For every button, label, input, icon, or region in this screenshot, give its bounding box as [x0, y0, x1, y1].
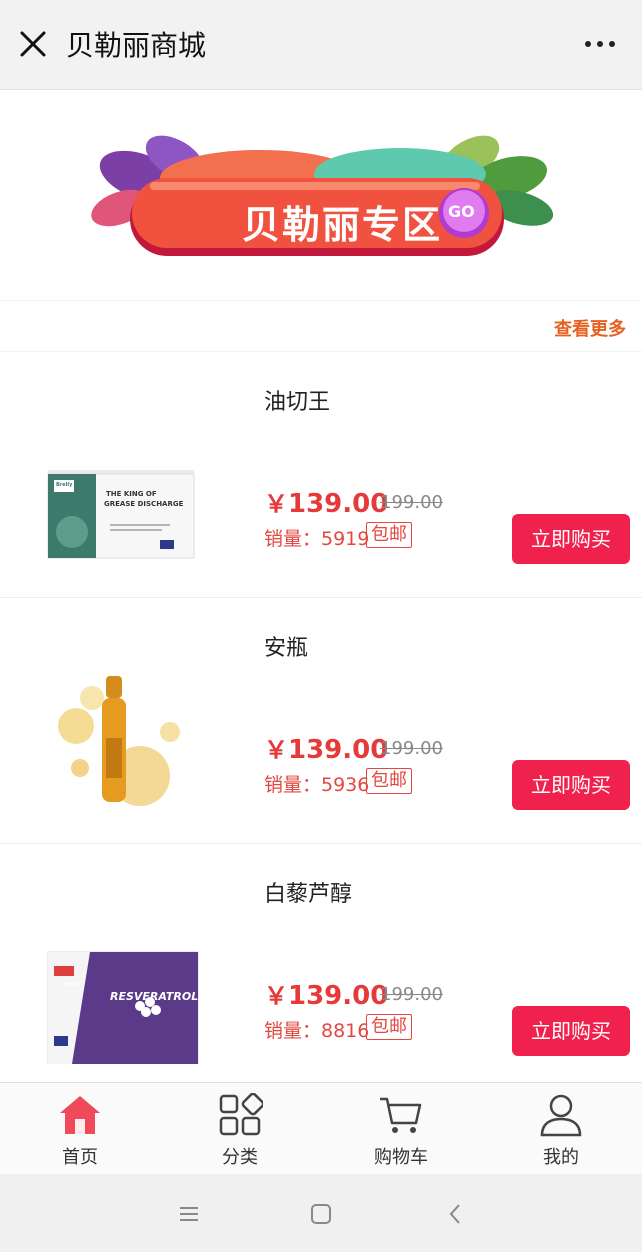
product-image-caption-1: THE KING OF — [106, 490, 157, 498]
tab-label: 购物车 — [374, 1147, 428, 1168]
buy-now-button[interactable]: 立即购买 — [512, 760, 630, 810]
tab-label: 分类 — [222, 1147, 258, 1168]
original-price: 199.00 — [380, 984, 443, 1005]
product-image-brand: Brelly — [56, 482, 73, 488]
tab-label: 我的 — [543, 1147, 579, 1168]
product-image — [47, 470, 195, 559]
promo-banner[interactable]: 贝勒丽专区 GO — [0, 96, 642, 300]
product-name[interactable]: 安瓶 — [264, 630, 308, 662]
price-value: 139.00 — [288, 735, 389, 765]
title-bar: 贝勒丽商城 — [0, 0, 642, 90]
buy-now-button[interactable]: 立即购买 — [512, 1006, 630, 1056]
user-icon — [540, 1094, 582, 1137]
section-header: 查看更多 — [0, 300, 642, 352]
close-icon[interactable] — [16, 27, 50, 61]
menu-icon[interactable] — [175, 1200, 203, 1228]
buy-now-button[interactable]: 立即购买 — [512, 514, 630, 564]
product-price: ￥139.00 — [264, 730, 388, 765]
category-icon — [219, 1093, 263, 1136]
free-shipping-badge: 包邮 — [366, 522, 412, 548]
original-price: 199.00 — [380, 738, 443, 759]
free-shipping-badge: 包邮 — [366, 768, 412, 794]
tab-profile[interactable]: 我的 — [481, 1093, 641, 1173]
original-price: 199.00 — [380, 492, 443, 513]
page-title: 贝勒丽商城 — [66, 29, 207, 62]
currency-symbol: ￥ — [264, 982, 288, 1010]
product-name[interactable]: 白藜芦醇 — [264, 876, 352, 908]
sales-count: 销量：8816 — [264, 1020, 370, 1042]
home-icon — [60, 1096, 100, 1134]
sales-count: 销量：5936 — [264, 774, 370, 796]
product-price: ￥139.00 — [264, 976, 388, 1011]
sales-count: 销量：5919 — [264, 528, 370, 550]
product-card[interactable]: Brelly THE KING OF GREASE DISCHARGE 油切王 … — [0, 352, 642, 598]
home-square-icon[interactable] — [307, 1200, 335, 1228]
product-image — [58, 676, 180, 806]
product-image-caption-2: GREASE DISCHARGE — [104, 500, 184, 508]
tab-home[interactable]: 首页 — [0, 1093, 160, 1173]
banner-go-label[interactable]: GO — [448, 202, 475, 221]
more-options-icon[interactable] — [584, 38, 616, 50]
currency-symbol: ￥ — [264, 490, 288, 518]
product-image — [47, 951, 199, 1064]
product-card[interactable]: 安瓶 ￥139.00 199.00 销量：5936 包邮 立即购买 — [0, 598, 642, 844]
price-value: 139.00 — [288, 489, 389, 519]
bottom-tab-bar: 首页 分类 购物车 我的 — [0, 1082, 642, 1174]
product-price: ￥139.00 — [264, 484, 388, 519]
free-shipping-badge: 包邮 — [366, 1014, 412, 1040]
product-name[interactable]: 油切王 — [264, 384, 330, 416]
product-image-brand: Brelly — [63, 982, 80, 988]
product-card[interactable]: Brelly RESVERATROL 白藜芦醇 ￥139.00 199.00 销… — [0, 844, 642, 1090]
view-more-link[interactable]: 查看更多 — [554, 315, 626, 341]
price-value: 139.00 — [288, 981, 389, 1011]
banner-title: 贝勒丽专区 — [242, 203, 443, 247]
system-navigation-bar — [0, 1174, 642, 1252]
cart-icon — [380, 1097, 422, 1133]
currency-symbol: ￥ — [264, 736, 288, 764]
back-icon[interactable] — [442, 1200, 470, 1228]
product-image-caption-1: RESVERATROL — [110, 990, 199, 1003]
tab-category[interactable]: 分类 — [160, 1093, 320, 1173]
tab-label: 首页 — [62, 1147, 98, 1168]
tab-cart[interactable]: 购物车 — [321, 1093, 481, 1173]
